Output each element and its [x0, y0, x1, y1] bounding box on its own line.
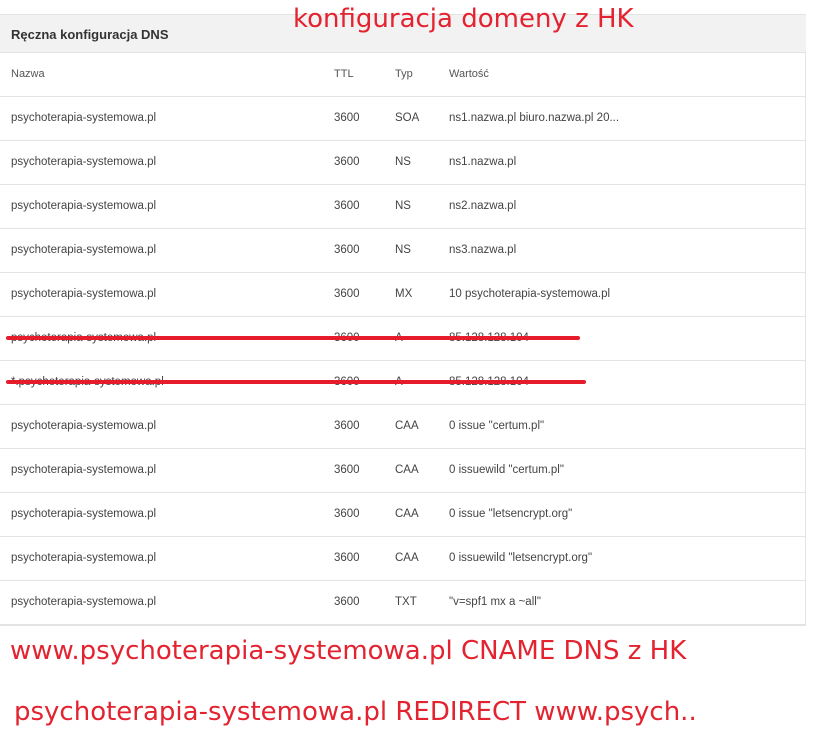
record-ttl: 3600: [334, 464, 360, 476]
record-type: NS: [395, 156, 411, 168]
record-ttl: 3600: [334, 596, 360, 608]
record-ttl: 3600: [334, 508, 360, 520]
record-value: ns1.nazwa.pl: [449, 156, 517, 168]
table-row[interactable]: psychoterapia-systemowa.pl 3600 CAA 0 issue…: [0, 405, 806, 449]
record-name: psychoterapia-systemowa.pl: [11, 464, 157, 476]
record-value: ns3.nazwa.pl: [449, 244, 517, 256]
record-value: 0 issuewild "letsencrypt.org": [449, 552, 593, 564]
record-ttl: 3600: [334, 244, 360, 256]
table-row[interactable]: psychoterapia-systemowa.pl 3600 CAA 0 issue…: [0, 493, 806, 537]
table-row[interactable]: psychoterapia-systemowa.pl 3600 TXT "v=spf1…: [0, 581, 806, 625]
table-row[interactable]: psychoterapia-systemowa.pl 3600 NS ns1.nazw…: [0, 141, 806, 185]
record-type: MX: [395, 288, 413, 300]
record-value: 0 issue "certum.pl": [449, 420, 545, 432]
table-header-row: Nazwa TTL Typ Wartość: [0, 53, 806, 97]
column-header-type: Typ: [395, 68, 413, 80]
table-row[interactable]: psychoterapia-systemowa.pl 3600 CAA 0 issue…: [0, 537, 806, 581]
strikethrough-mark-wildcard-a-record: [6, 380, 586, 384]
annotation-top: konfiguracja domeny z HK: [293, 4, 634, 34]
annotation-cname: www.psychoterapia-systemowa.pl CNAME DNS…: [10, 636, 687, 666]
record-type: NS: [395, 200, 411, 212]
column-header-value: Wartość: [449, 68, 489, 80]
column-header-name: Nazwa: [11, 68, 45, 80]
record-name: psychoterapia-systemowa.pl: [11, 112, 157, 124]
record-value: 0 issuewild "certum.pl": [449, 464, 564, 476]
table-row[interactable]: psychoterapia-systemowa.pl 3600 NS ns2.nazw…: [0, 185, 806, 229]
record-value: ns1.nazwa.pl biuro.nazwa.pl 20...: [449, 112, 620, 124]
table-row[interactable]: psychoterapia-systemowa.pl 3600 NS ns3.nazw…: [0, 229, 806, 273]
table-row[interactable]: psychoterapia-systemowa.pl 3600 CAA 0 issue…: [0, 449, 806, 493]
dns-config-panel: Ręczna konfiguracja DNS Nazwa TTL Typ Wa…: [0, 14, 806, 626]
record-name: psychoterapia-systemowa.pl: [11, 420, 157, 432]
record-value: ns2.nazwa.pl: [449, 200, 517, 212]
record-name: psychoterapia-systemowa.pl: [11, 552, 157, 564]
panel-title: Ręczna konfiguracja DNS: [11, 27, 169, 42]
record-type: CAA: [395, 508, 419, 520]
record-ttl: 3600: [334, 552, 360, 564]
record-name: psychoterapia-systemowa.pl: [11, 200, 157, 212]
record-value: 0 issue "letsencrypt.org": [449, 508, 573, 520]
record-ttl: 3600: [334, 288, 360, 300]
record-ttl: 3600: [334, 112, 360, 124]
record-type: SOA: [395, 112, 420, 124]
table-row[interactable]: psychoterapia-systemowa.pl 3600 SOA ns1.naz…: [0, 97, 806, 141]
record-ttl: 3600: [334, 420, 360, 432]
record-name: psychoterapia-systemowa.pl: [11, 508, 157, 520]
table-row[interactable]: psychoterapia-systemowa.pl 3600 MX 10 psych…: [0, 273, 806, 317]
record-name: psychoterapia-systemowa.pl: [11, 288, 157, 300]
record-type: TXT: [395, 596, 417, 608]
record-value: 10 psychoterapia-systemowa.pl: [449, 288, 611, 300]
record-ttl: 3600: [334, 200, 360, 212]
record-name: psychoterapia-systemowa.pl: [11, 596, 157, 608]
strikethrough-mark-a-record: [6, 336, 580, 340]
record-ttl: 3600: [334, 156, 360, 168]
record-type: CAA: [395, 552, 419, 564]
record-value: "v=spf1 mx a ~all": [449, 596, 541, 608]
annotation-redirect: psychoterapia-systemowa.pl REDIRECT www.…: [14, 697, 697, 727]
record-type: CAA: [395, 464, 419, 476]
record-type: CAA: [395, 420, 419, 432]
column-header-ttl: TTL: [334, 68, 354, 80]
record-name: psychoterapia-systemowa.pl: [11, 156, 157, 168]
record-type: NS: [395, 244, 411, 256]
record-name: psychoterapia-systemowa.pl: [11, 244, 157, 256]
